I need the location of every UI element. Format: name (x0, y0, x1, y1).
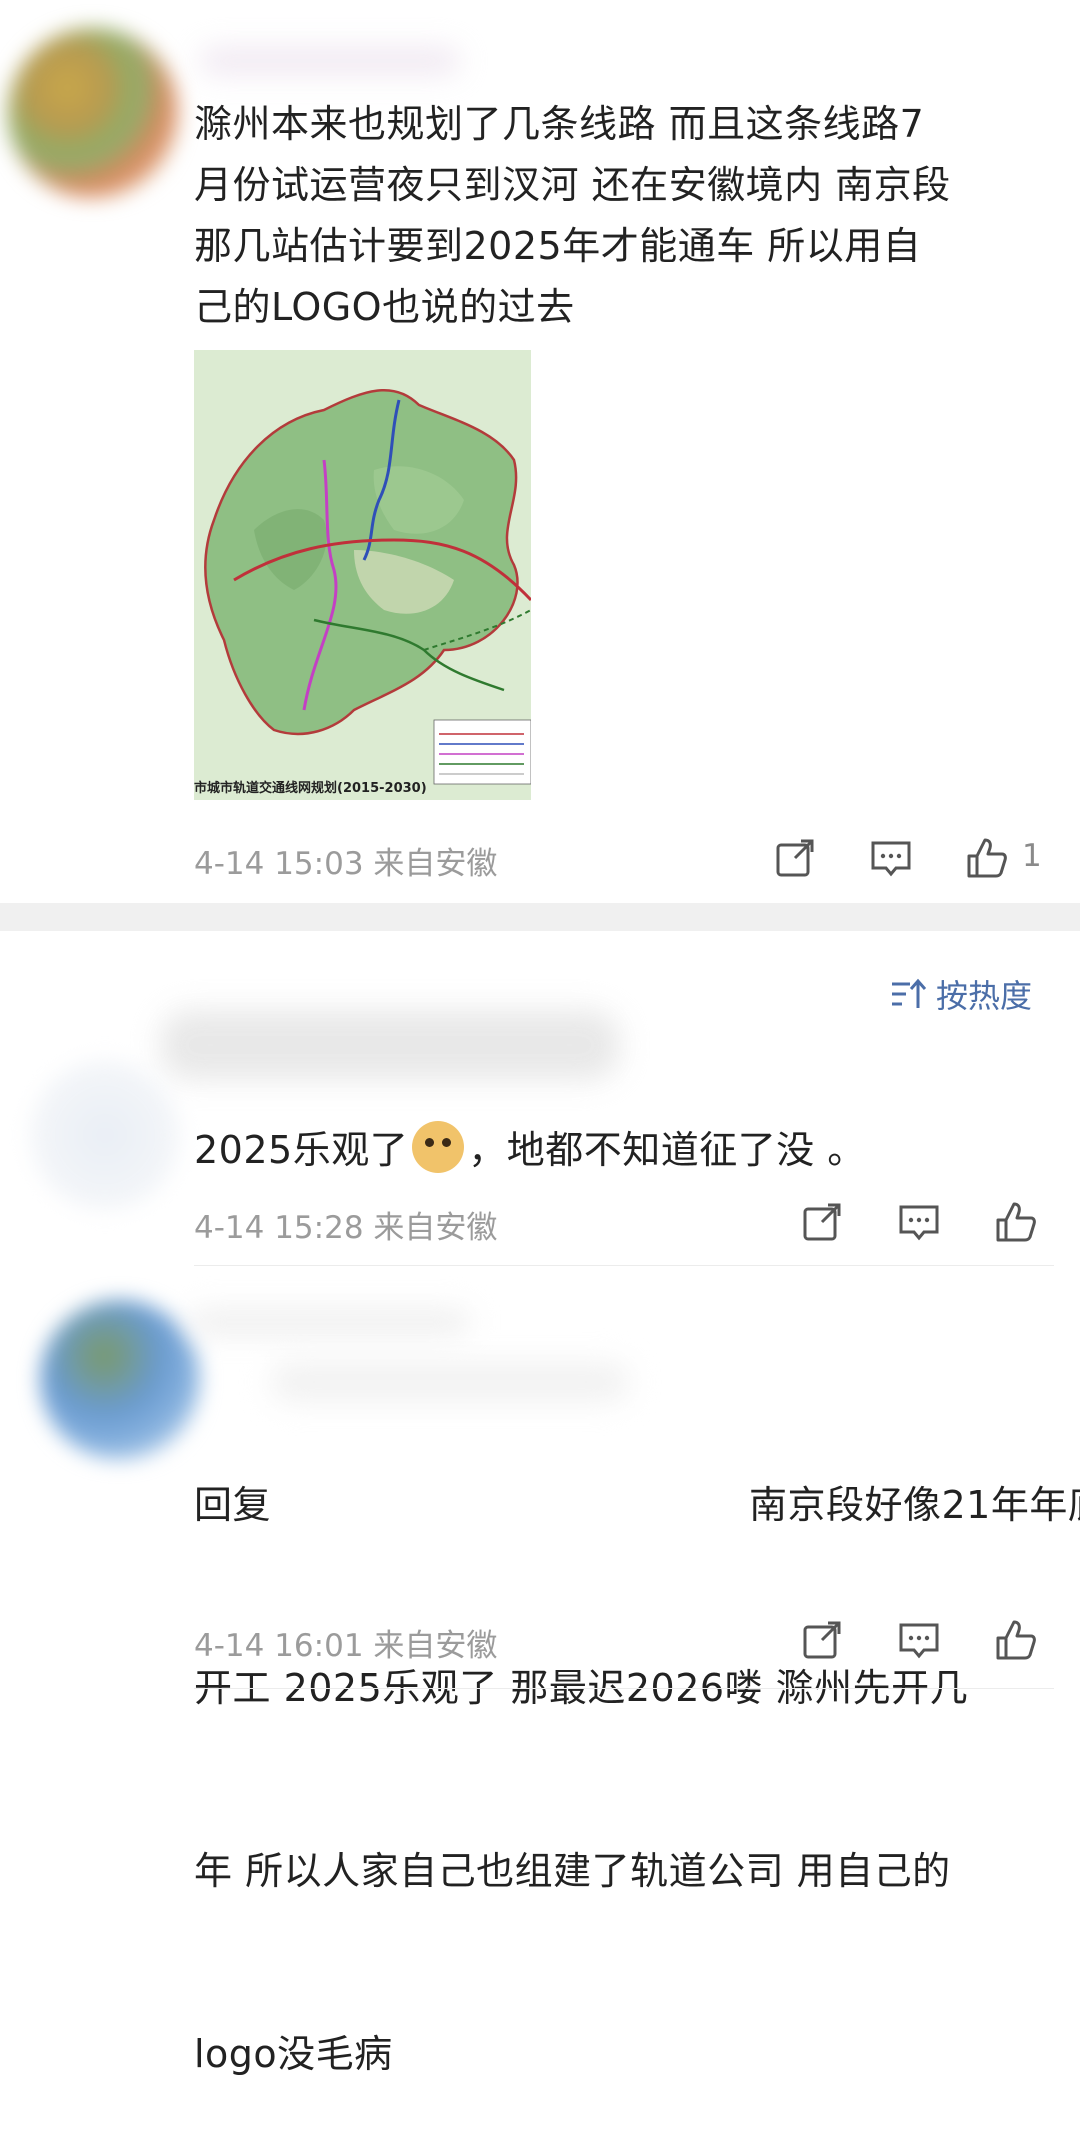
comment-icon[interactable] (869, 836, 913, 880)
comment-icon[interactable] (897, 1200, 941, 1244)
map-caption: 市城市轨道交通线网规划(2015-2030) (194, 781, 427, 796)
reply-meta: 4-14 15:28 来自安徽 (194, 1210, 498, 1246)
avatar[interactable] (30, 1060, 180, 1210)
comment-image-map[interactable]: 市城市轨道交通线网规划(2015-2030) (194, 350, 531, 800)
transit-map-graphic (194, 350, 531, 800)
repost-icon[interactable] (773, 836, 817, 880)
divider (194, 1265, 1054, 1266)
comment-icon[interactable] (897, 1618, 941, 1662)
like-icon[interactable] (965, 836, 1009, 880)
username[interactable] (190, 1310, 470, 1334)
divider (194, 1688, 1054, 1689)
repost-icon[interactable] (800, 1200, 844, 1244)
comment-meta: 4-14 15:03 来自安徽 (194, 846, 498, 882)
comment-text: 滁州本来也规划了几条线路 而且这条线路7 月份试运营夜只到汊河 还在安徽境内 南… (194, 102, 951, 329)
doge-emoji (412, 1121, 465, 1173)
avatar[interactable] (8, 28, 178, 198)
like-icon[interactable] (994, 1618, 1038, 1662)
repost-icon[interactable] (800, 1618, 844, 1662)
like-icon[interactable] (994, 1200, 1038, 1244)
sort-icon (892, 978, 926, 1008)
section-divider (0, 903, 1080, 931)
avatar[interactable] (40, 1300, 200, 1460)
username[interactable] (200, 48, 460, 74)
reply-text: 回复 南京段好像21年年底 开工 2025乐观了 那最迟2026喽 滁州先开几 … (194, 1483, 1080, 2076)
username[interactable] (160, 1010, 620, 1080)
sort-button[interactable]: 按热度 (890, 970, 1032, 1018)
sort-label: 按热度 (936, 977, 1033, 1015)
reply-meta: 4-14 16:01 来自安徽 (194, 1628, 498, 1664)
like-count: 1 (1022, 838, 1042, 874)
reply-text: 2025乐观了 ，地都不知道征了没 。 (194, 1120, 1054, 1181)
